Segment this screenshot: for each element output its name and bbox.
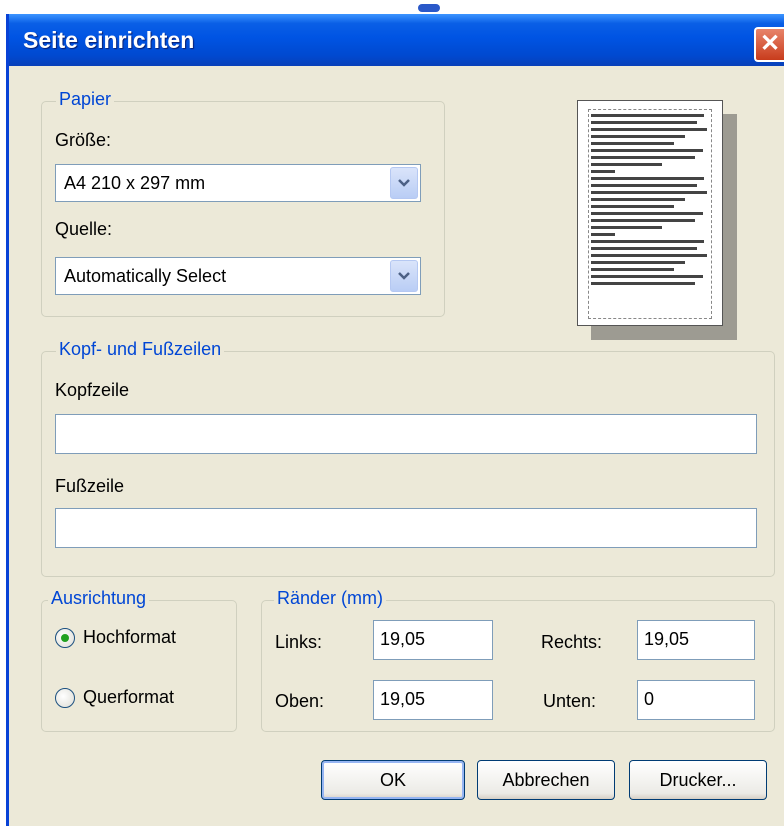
dialog-title: Seite einrichten xyxy=(23,27,195,53)
margin-top-input[interactable]: 19,05 xyxy=(373,680,493,720)
margin-right-input[interactable]: 19,05 xyxy=(637,620,755,660)
chevron-down-icon[interactable] xyxy=(390,260,418,292)
margin-top-value: 19,05 xyxy=(380,689,426,709)
paper-source-value: Automatically Select xyxy=(64,266,227,286)
paper-size-select[interactable]: A4 210 x 297 mm xyxy=(55,164,421,202)
margin-bottom-label: Unten: xyxy=(543,691,597,711)
preview-text-lines xyxy=(591,114,709,289)
portrait-radio[interactable] xyxy=(55,628,75,648)
margin-left-label: Links: xyxy=(275,632,323,652)
landscape-label[interactable]: Querformat xyxy=(83,687,174,708)
margin-right-value: 19,05 xyxy=(644,629,690,649)
ok-button[interactable]: OK xyxy=(321,760,465,800)
paper-size-label: Größe: xyxy=(55,130,112,150)
radio-selected-dot xyxy=(61,634,69,642)
chevron-down-icon[interactable] xyxy=(390,167,418,199)
orientation-group: Ausrichtung xyxy=(41,588,237,732)
paper-legend: Papier xyxy=(56,89,115,110)
paper-source-label: Quelle: xyxy=(55,219,113,239)
margin-right-label: Rechts: xyxy=(541,632,603,652)
portrait-label[interactable]: Hochformat xyxy=(83,627,176,648)
header-label: Kopfzeile xyxy=(55,380,130,400)
margin-left-value: 19,05 xyxy=(380,629,426,649)
margin-top-label: Oben: xyxy=(275,691,325,711)
header-input[interactable] xyxy=(55,414,757,454)
page-preview-icon xyxy=(577,100,723,326)
title-bar[interactable]: Seite einrichten ✕ xyxy=(9,14,784,66)
close-icon: ✕ xyxy=(759,30,781,57)
landscape-radio[interactable] xyxy=(55,688,75,708)
margins-legend: Ränder (mm) xyxy=(274,588,387,609)
margin-left-input[interactable]: 19,05 xyxy=(373,620,493,660)
header-footer-legend: Kopf- und Fußzeilen xyxy=(56,339,225,360)
footer-input[interactable] xyxy=(55,508,757,548)
background-fragment xyxy=(418,4,440,12)
printer-button[interactable]: Drucker... xyxy=(629,760,767,800)
orientation-legend: Ausrichtung xyxy=(48,588,150,609)
paper-source-select[interactable]: Automatically Select xyxy=(55,257,421,295)
close-button[interactable]: ✕ xyxy=(754,27,784,62)
margin-bottom-value: 0 xyxy=(644,689,655,709)
paper-size-value: A4 210 x 297 mm xyxy=(64,173,206,193)
footer-label: Fußzeile xyxy=(55,476,125,496)
cancel-button[interactable]: Abbrechen xyxy=(477,760,615,800)
margin-bottom-input[interactable]: 0 xyxy=(637,680,755,720)
page-setup-dialog: Seite einrichten ✕ Papier Größe: A4 210 … xyxy=(6,14,784,826)
